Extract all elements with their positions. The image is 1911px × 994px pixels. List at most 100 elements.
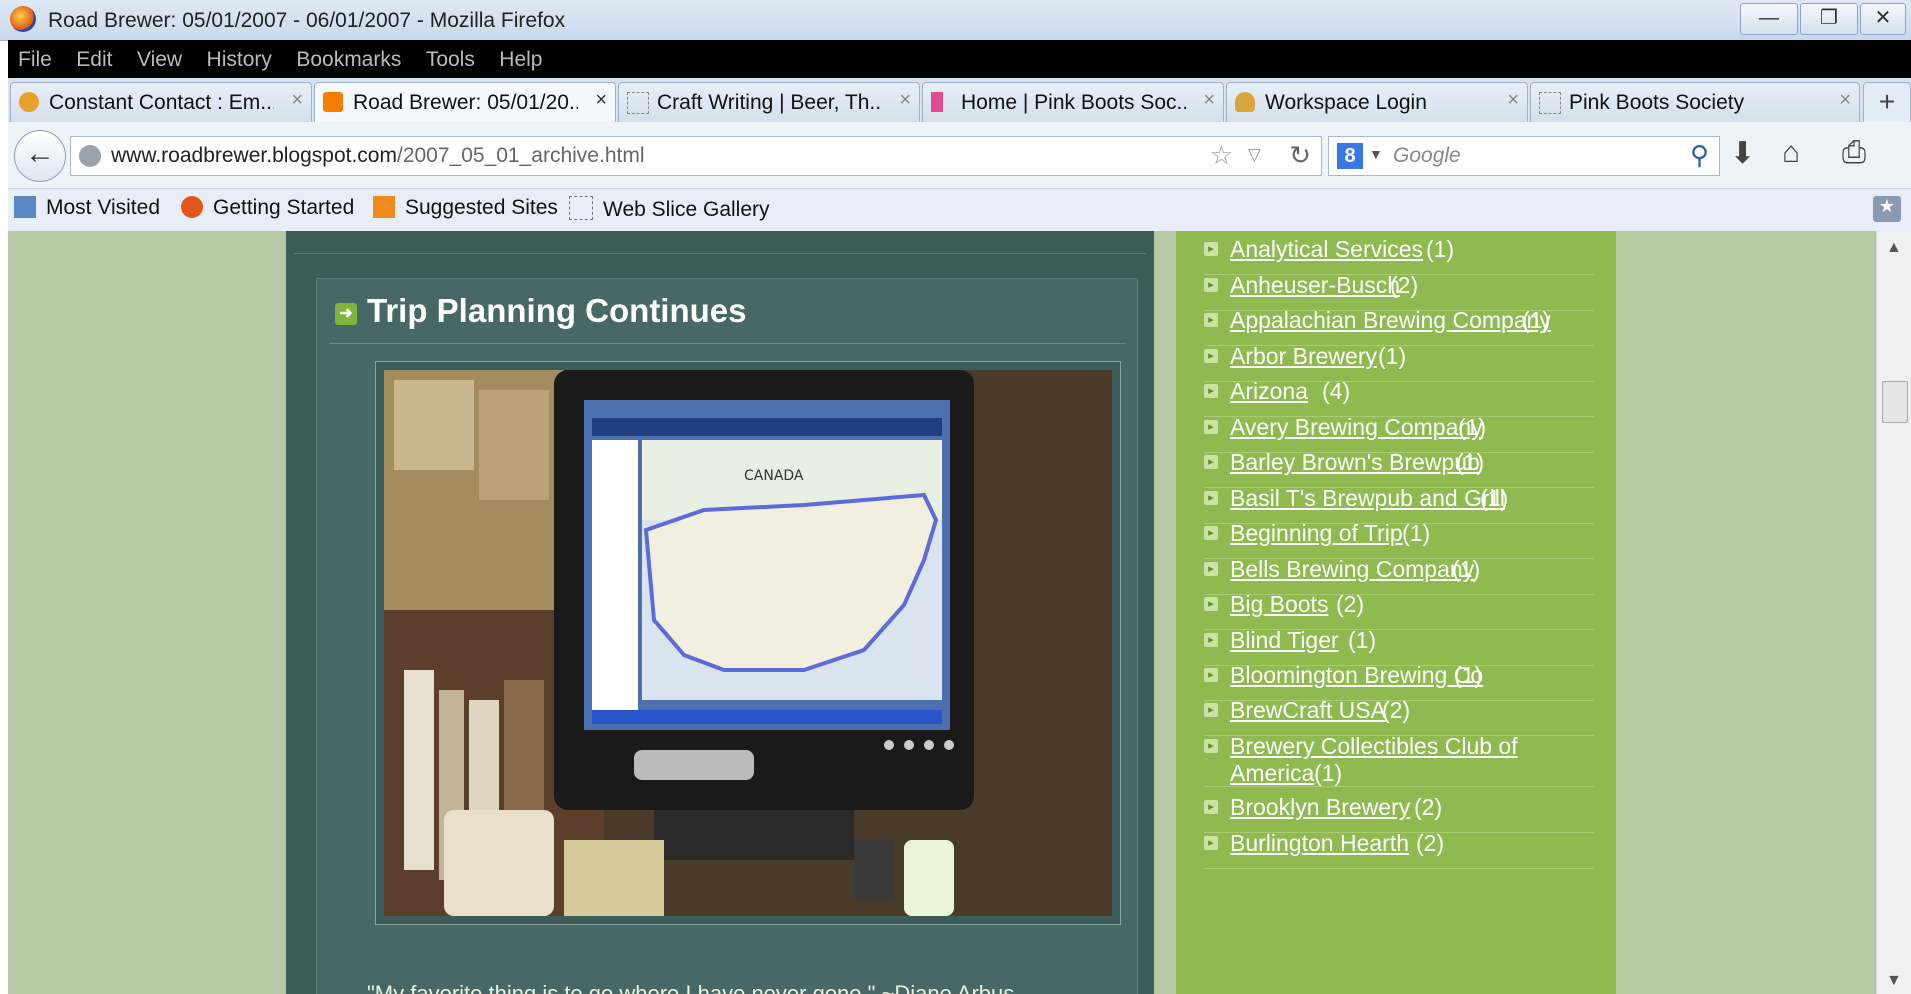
search-box[interactable]: 8 ▼ Google ⚲: [1328, 136, 1720, 176]
label-link[interactable]: Burlington Hearth: [1230, 830, 1409, 857]
chevron-down-icon[interactable]: ▼: [1369, 146, 1383, 162]
tab-close-icon[interactable]: ×: [595, 89, 607, 112]
bullet-icon: ▸: [1204, 526, 1218, 540]
new-tab-button[interactable]: +: [1863, 82, 1911, 124]
bullet-icon: ▸: [1204, 420, 1218, 434]
label-count: (4): [1322, 378, 1351, 404]
bullet-icon: ▸: [1204, 633, 1218, 647]
bullet-icon: ▸: [1204, 242, 1218, 256]
tab-pink-boots-home[interactable]: Home | Pink Boots Soc... ×: [922, 82, 1224, 122]
scroll-thumb[interactable]: [1882, 381, 1908, 423]
tab-close-icon[interactable]: ×: [291, 89, 303, 112]
tab-close-icon[interactable]: ×: [1507, 89, 1519, 112]
download-icon[interactable]: ⬇: [1730, 136, 1755, 171]
tab-workspace-login[interactable]: Workspace Login ×: [1226, 82, 1528, 122]
tab-craft-writing[interactable]: Craft Writing | Beer, Th... ×: [618, 82, 920, 122]
bookmark-suggested-sites[interactable]: Suggested Sites: [373, 196, 558, 220]
bookmark-most-visited[interactable]: Most Visited: [14, 196, 160, 220]
bullet-icon: ▸: [1204, 836, 1218, 850]
scroll-up-icon[interactable]: ▲: [1886, 239, 1902, 257]
label-link[interactable]: Brooklyn Brewery: [1230, 794, 1410, 821]
label-link[interactable]: Blind Tiger: [1230, 627, 1339, 654]
tab-label: Constant Contact : Em...: [49, 91, 274, 114]
menu-tools[interactable]: Tools: [426, 48, 475, 72]
bullet-icon: ▸: [1204, 597, 1218, 611]
label-count: (1): [1426, 236, 1455, 262]
label-link[interactable]: Anheuser-Busch: [1230, 272, 1400, 299]
navigation-bar: ← www.roadbrewer.blogspot.com/2007_05_01…: [8, 122, 1911, 189]
back-button[interactable]: ←: [14, 130, 66, 182]
tab-constant-contact[interactable]: Constant Contact : Em... ×: [10, 82, 312, 122]
label-link[interactable]: Bloomington Brewing Co: [1230, 662, 1483, 689]
globe-icon: [79, 145, 101, 167]
bookmark-star-icon[interactable]: ☆: [1210, 140, 1233, 171]
home-icon[interactable]: ⌂: [1782, 136, 1800, 170]
bookmark-web-slice-gallery[interactable]: Web Slice Gallery: [569, 196, 770, 222]
bookmark-getting-started[interactable]: Getting Started: [181, 196, 354, 220]
tab-label: Home | Pink Boots Soc...: [961, 91, 1186, 114]
bullet-icon: ▸: [1204, 562, 1218, 576]
print-icon[interactable]: ⎙: [1842, 136, 1866, 170]
label-link[interactable]: Appalachian Brewing Company: [1230, 307, 1551, 334]
bullet-icon: ▸: [1204, 668, 1218, 682]
workspace-icon: [1235, 92, 1255, 112]
menu-bookmarks[interactable]: Bookmarks: [296, 48, 401, 72]
list-item: ▸ Burlington Hearth (2): [1204, 825, 1594, 869]
bullet-icon: ▸: [1204, 384, 1218, 398]
bookmarks-toolbar: Most Visited Getting Started Suggested S…: [8, 189, 1911, 232]
search-input[interactable]: Google: [1393, 144, 1461, 168]
search-icon[interactable]: ⚲: [1690, 140, 1709, 171]
tab-close-icon[interactable]: ×: [899, 89, 911, 112]
label-count: (1): [1454, 662, 1483, 688]
label-link[interactable]: Brewery Collectibles Club of: [1230, 733, 1518, 760]
label-link[interactable]: BrewCraft USA: [1230, 697, 1386, 724]
page-margin: [0, 231, 8, 994]
pink-boot-icon: [931, 92, 943, 112]
web-page: ➜ Trip Planning Continues CANADA "My fav…: [8, 231, 1876, 994]
url-text[interactable]: www.roadbrewer.blogspot.com/2007_05_01_a…: [111, 144, 645, 168]
reload-icon[interactable]: ↻: [1289, 140, 1311, 171]
tab-road-brewer[interactable]: Road Brewer: 05/01/20... ×: [314, 82, 616, 122]
label-link[interactable]: Beginning of Trip: [1230, 520, 1403, 547]
post-title[interactable]: Trip Planning Continues: [367, 292, 747, 330]
menu-help[interactable]: Help: [499, 48, 542, 72]
label-link[interactable]: Arbor Brewery: [1230, 343, 1377, 370]
label-link[interactable]: Avery Brewing Company: [1230, 414, 1483, 441]
tab-pink-boots-society[interactable]: Pink Boots Society ×: [1530, 82, 1860, 122]
url-dropdown-icon[interactable]: ▽: [1248, 145, 1261, 165]
minimize-button[interactable]: —: [1740, 3, 1798, 35]
bookmarks-menu-icon[interactable]: ★: [1873, 196, 1901, 222]
label-count: (1): [1480, 485, 1509, 511]
google-engine-icon[interactable]: 8: [1337, 143, 1363, 169]
label-link[interactable]: Big Boots: [1230, 591, 1328, 618]
address-bar[interactable]: www.roadbrewer.blogspot.com/2007_05_01_a…: [70, 136, 1322, 176]
menu-file[interactable]: File: [18, 48, 52, 72]
label-count: (1): [1458, 414, 1487, 440]
menu-edit[interactable]: Edit: [76, 48, 112, 72]
label-link[interactable]: Bells Brewing Company: [1230, 556, 1474, 583]
map-canada-label: CANADA: [744, 468, 804, 484]
scroll-down-icon[interactable]: ▼: [1886, 972, 1902, 990]
divider: [329, 343, 1125, 344]
label-link[interactable]: Barley Brown's Brewpub: [1230, 449, 1480, 476]
menu-view[interactable]: View: [137, 48, 182, 72]
label-link[interactable]: Analytical Services: [1230, 236, 1423, 263]
label-link[interactable]: Basil T's Brewpub and Grill: [1230, 485, 1505, 512]
label-link-continued[interactable]: America: [1230, 760, 1314, 787]
tab-bar: Constant Contact : Em... × Road Brewer: …: [8, 78, 1911, 124]
window-title: Road Brewer: 05/01/2007 - 06/01/2007 - M…: [48, 9, 566, 32]
constant-contact-icon: [19, 92, 39, 112]
post-quote: "My favorite thing is to go where I have…: [367, 981, 1015, 994]
tab-close-icon[interactable]: ×: [1839, 89, 1851, 112]
vertical-scrollbar[interactable]: ▲ ▼: [1876, 231, 1911, 994]
restore-button[interactable]: ❐: [1800, 3, 1858, 35]
label-count: (2): [1390, 272, 1419, 298]
trip-map-monitor-photo: CANADA: [384, 370, 1112, 916]
list-item: ▸ Brewery Collectibles Club of America (1): [1204, 728, 1594, 787]
label-link[interactable]: Arizona: [1230, 378, 1308, 405]
close-window-button[interactable]: ✕: [1860, 3, 1906, 35]
menu-history[interactable]: History: [207, 48, 272, 72]
post-photo[interactable]: CANADA: [375, 361, 1121, 925]
tab-close-icon[interactable]: ×: [1203, 89, 1215, 112]
label-count: (1): [1348, 627, 1377, 653]
